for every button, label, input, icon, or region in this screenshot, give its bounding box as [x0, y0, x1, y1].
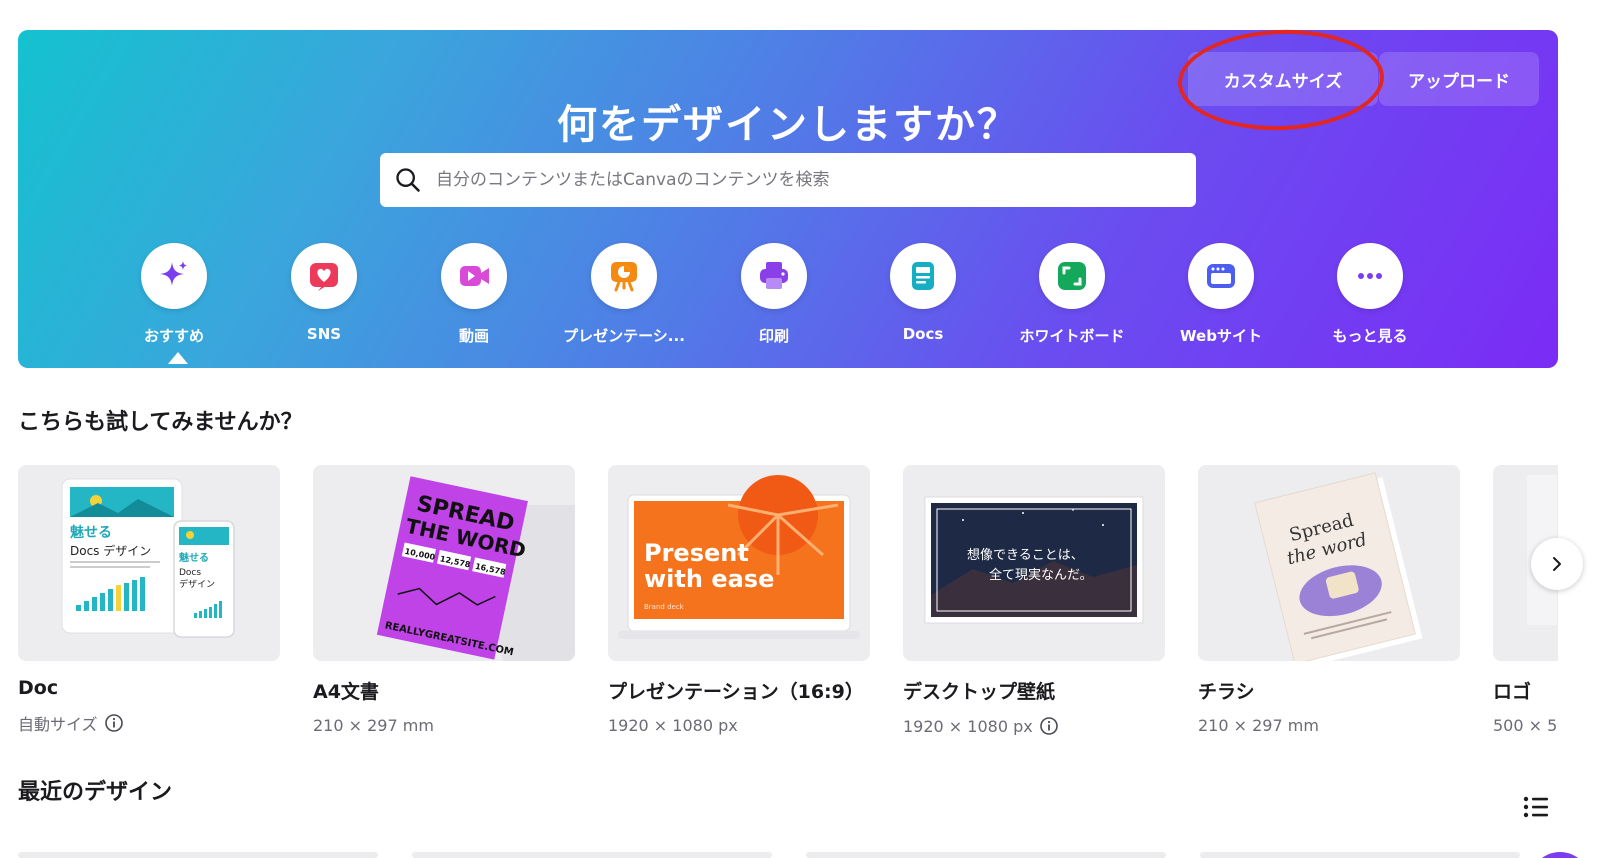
- flyer-thumbnail-art: Spread the word: [1254, 472, 1423, 661]
- category-selected-pointer: [168, 352, 188, 364]
- category-more[interactable]: もっと見る: [1295, 243, 1445, 346]
- doc-thumb-heading: 魅せる: [70, 524, 112, 541]
- card-thumbnail: Spread the word: [1198, 465, 1460, 661]
- card-dimensions: 210 × 297 mm: [1198, 716, 1319, 735]
- pres-thumb-caption: Brand deck: [644, 603, 685, 611]
- sparkle-icon: [160, 261, 187, 286]
- carousel-next-button[interactable]: [1531, 538, 1583, 590]
- upload-button[interactable]: アップロード: [1379, 52, 1539, 106]
- pres-thumb-line2: with ease: [644, 565, 774, 593]
- wallpaper-thumbnail-art: 想像できることは、 全て現実なんだ。: [924, 496, 1144, 624]
- card-dimensions: 自動サイズ: [18, 715, 98, 734]
- wallpaper-thumb-line2: 全て現実なんだ。: [989, 567, 1093, 583]
- printer-icon: [760, 262, 788, 289]
- more-dots-icon: [1358, 273, 1382, 279]
- document-icon: [912, 262, 934, 290]
- custom-size-button[interactable]: カスタムサイズ: [1188, 52, 1378, 106]
- suggestion-card-wallpaper[interactable]: 想像できることは、 全て現実なんだ。 デスクトップ壁紙 1920 × 1080 …: [903, 465, 1165, 735]
- card-thumbnail: 魅せる Docs デザイン 魅せる Docs デザイン: [18, 465, 280, 661]
- category-bar: おすすめ SNS 動画 プレゼンテーシ... 印刷 Docs ホワイトボード W…: [18, 243, 1558, 353]
- hero-banner: 何をデザインしますか？ カスタムサイズ アップロード おすすめ: [18, 26, 1558, 368]
- doc-thumb-subtitle: Docs デザイン: [70, 543, 151, 558]
- presentation-thumbnail-art: Present with ease Brand deck: [618, 475, 860, 639]
- recent-design-card-edge: [18, 852, 378, 858]
- recent-designs-heading: 最近のデザイン: [18, 780, 173, 805]
- card-thumbnail: Present with ease Brand deck: [608, 465, 870, 661]
- card-title: ロゴ: [1493, 681, 1532, 703]
- category-video[interactable]: 動画: [399, 243, 549, 346]
- presentation-icon: [611, 262, 637, 292]
- category-label: Webサイト: [1180, 327, 1262, 345]
- category-label: ホワイトボード: [1019, 327, 1125, 345]
- category-sns[interactable]: SNS: [249, 243, 399, 343]
- browser-window-icon: [1207, 264, 1235, 288]
- suggestion-card-a4[interactable]: SPREAD THE WORD 10,000 12,578 16,578 REA…: [313, 465, 575, 735]
- category-label: もっと見る: [1332, 327, 1408, 345]
- category-label: SNS: [306, 325, 342, 343]
- card-dimensions: 1920 × 1080 px: [903, 716, 1033, 736]
- card-title: デスクトップ壁紙: [903, 681, 1056, 703]
- wallpaper-thumb-line1: 想像できることは、: [967, 547, 1084, 563]
- info-icon[interactable]: [1039, 716, 1059, 735]
- a4-thumbnail-art: SPREAD THE WORD 10,000 12,578 16,578 REA…: [376, 476, 575, 661]
- doc-thumb-small-sub1: Docs: [179, 568, 201, 578]
- info-icon[interactable]: [104, 713, 124, 733]
- card-title: チラシ: [1198, 681, 1255, 703]
- heart-icon: [310, 263, 338, 291]
- pres-thumb-line1: Present: [644, 539, 749, 567]
- suggestions-heading: こちらも試してみませんか？: [18, 410, 303, 435]
- category-docs[interactable]: Docs: [848, 243, 998, 343]
- suggestion-card-doc[interactable]: 魅せる Docs デザイン 魅せる Docs デザイン Doc 自動サイズ: [18, 465, 280, 735]
- card-title: Doc: [18, 677, 59, 699]
- recent-design-card-edge: [1200, 852, 1520, 858]
- category-label: 印刷: [758, 327, 789, 345]
- suggestion-carousel: 魅せる Docs デザイン 魅せる Docs デザイン Doc 自動サイズ SP…: [18, 465, 1558, 735]
- category-website[interactable]: Webサイト: [1146, 243, 1296, 346]
- card-title: プレゼンテーション（16:9）: [608, 681, 864, 703]
- chevron-right-icon: [1553, 557, 1561, 571]
- card-dimensions: 210 × 297 mm: [313, 716, 434, 735]
- search-bar[interactable]: [380, 153, 1196, 207]
- video-camera-icon: [460, 266, 489, 286]
- card-thumbnail: 想像できることは、 全て現実なんだ。: [903, 465, 1165, 661]
- category-print[interactable]: 印刷: [699, 243, 849, 346]
- card-title: A4文書: [313, 681, 379, 703]
- category-label: おすすめ: [143, 327, 204, 345]
- doc-thumbnail-art: 魅せる Docs デザイン 魅せる Docs デザイン: [61, 478, 235, 638]
- search-input[interactable]: [436, 153, 1196, 207]
- suggestion-card-logo[interactable]: ロゴ 500 × 50: [1493, 465, 1558, 735]
- card-dimensions: 500 × 50: [1493, 716, 1558, 735]
- doc-thumb-small-sub2: デザイン: [179, 578, 215, 590]
- category-whiteboard[interactable]: ホワイトボード: [997, 243, 1147, 346]
- card-dimensions: 1920 × 1080 px: [608, 716, 738, 735]
- suggestion-card-flyer[interactable]: Spread the word チラシ 210 × 297 mm: [1198, 465, 1460, 735]
- recent-design-card-edge: [412, 852, 772, 858]
- category-label: Docs: [902, 325, 944, 343]
- suggestion-card-presentation[interactable]: Present with ease Brand deck プレゼンテーション（1…: [608, 465, 870, 735]
- doc-thumb-small-heading: 魅せる: [179, 551, 209, 564]
- search-icon: [396, 168, 420, 192]
- whiteboard-icon: [1058, 262, 1086, 290]
- category-recommended[interactable]: おすすめ: [99, 243, 249, 346]
- category-label: プレゼンテーシ...: [563, 327, 685, 345]
- category-presentation[interactable]: プレゼンテーシ...: [549, 243, 699, 346]
- list-view-icon[interactable]: [1520, 791, 1552, 823]
- card-thumbnail: SPREAD THE WORD 10,000 12,578 16,578 REA…: [313, 465, 575, 661]
- category-label: 動画: [458, 327, 489, 345]
- help-fab-button[interactable]: [1530, 852, 1590, 858]
- recent-design-card-edge: [806, 852, 1166, 858]
